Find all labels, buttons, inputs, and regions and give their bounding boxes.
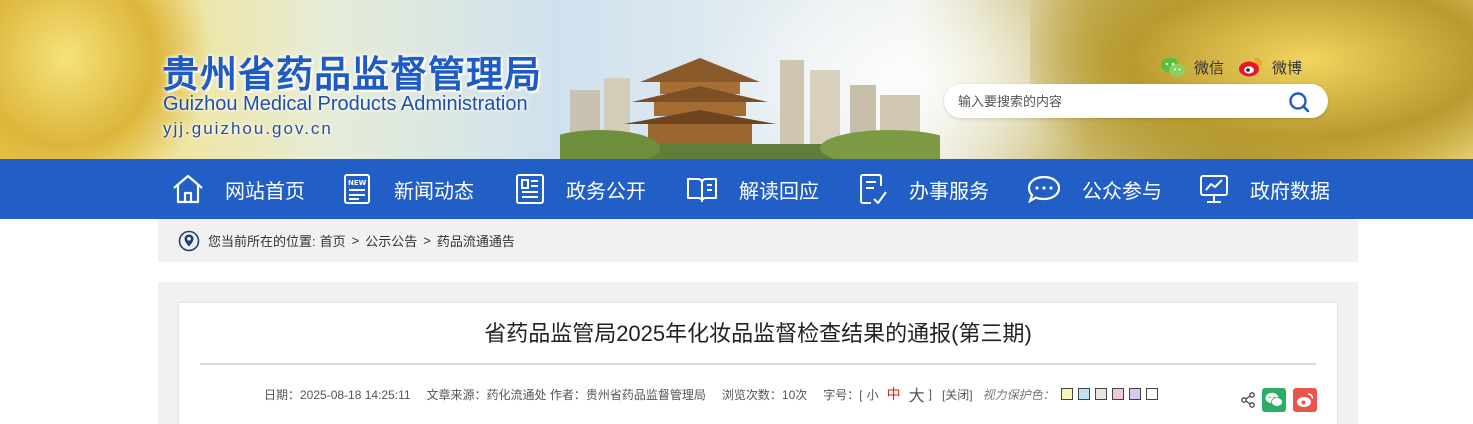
banner-foliage-right xyxy=(1030,0,1473,159)
skyline-pavilion-image xyxy=(560,58,940,159)
font-size-label: 字号：[ xyxy=(823,387,863,402)
nav-item-participation[interactable]: 公众参与 xyxy=(1026,159,1162,219)
breadcrumb-prefix: 您当前所在的位置: xyxy=(208,234,316,249)
nav-label: 新闻动态 xyxy=(394,180,474,203)
nav-item-gov-data[interactable]: 政府数据 xyxy=(1198,159,1330,219)
news-icon: NEW xyxy=(344,174,370,204)
article-title: 省药品监管局2025年化妆品监督检查结果的通报(第三期) xyxy=(484,321,1032,346)
search-button[interactable] xyxy=(1288,91,1310,113)
font-size-large-button[interactable]: 大 xyxy=(909,382,925,406)
service-form-icon xyxy=(860,174,887,204)
vision-color-pink[interactable] xyxy=(1111,388,1124,400)
font-size-small-button[interactable]: 小 xyxy=(867,386,879,403)
chat-bubble-icon xyxy=(1027,175,1061,204)
vision-color-gray[interactable] xyxy=(1094,388,1107,400)
article-date: 日期：2025-08-18 14:25:11 xyxy=(264,387,411,402)
search-input[interactable] xyxy=(958,84,1278,118)
nav-item-interpretation[interactable]: 解读回应 xyxy=(685,159,819,219)
font-size-bracket: ] xyxy=(928,387,932,401)
nav-label: 政府数据 xyxy=(1250,180,1330,203)
weibo-icon xyxy=(1239,58,1262,77)
share-icon xyxy=(1241,392,1255,408)
nav-item-news[interactable]: NEW 新闻动态 xyxy=(342,159,474,219)
article-source: 文章来源：药化流通处 作者：贵州省药品监督管理局 xyxy=(426,387,706,402)
article-views: 浏览次数：10次 xyxy=(721,387,808,402)
breadcrumb-home-link[interactable]: 首页 xyxy=(320,231,346,250)
nav-item-services[interactable]: 办事服务 xyxy=(857,159,989,219)
wechat-label: 微信 xyxy=(1194,59,1225,77)
vision-protection-label: 视力保护色： xyxy=(982,387,1055,402)
weibo-label: 微博 xyxy=(1272,59,1303,77)
site-title-cn: 贵州省药品监督管理局 xyxy=(162,54,542,95)
font-size-medium-button[interactable]: 中 xyxy=(887,384,901,404)
breadcrumb-separator: > xyxy=(423,233,431,248)
breadcrumb: 您当前所在的位置: 首页 > 公示公告 > 药品流通通告 xyxy=(158,219,1358,262)
vision-color-blue[interactable] xyxy=(1077,388,1090,400)
weibo-link[interactable]: 微博 xyxy=(1238,56,1302,78)
weibo-icon xyxy=(1297,393,1314,407)
location-pin-icon xyxy=(178,230,200,251)
nav-item-gov-affairs[interactable]: 政务公开 xyxy=(514,159,646,219)
wechat-link[interactable]: 微信 xyxy=(1160,56,1224,78)
header-banner: 贵州省药品监督管理局 Guizhou Medical Products Admi… xyxy=(0,0,1473,159)
vision-color-white[interactable] xyxy=(1145,388,1158,400)
nav-label: 办事服务 xyxy=(909,180,989,203)
nav-item-home[interactable]: 网站首页 xyxy=(171,159,305,219)
wechat-icon xyxy=(1265,392,1283,407)
close-page-button[interactable]: [关闭] xyxy=(942,386,973,403)
home-icon xyxy=(173,174,203,204)
site-title-en: Guizhou Medical Products Administration xyxy=(163,93,528,115)
open-book-icon xyxy=(687,178,717,202)
share-button[interactable] xyxy=(1240,392,1256,408)
document-icon xyxy=(516,174,544,204)
share-weibo-button[interactable] xyxy=(1293,388,1317,412)
site-url: yjj.guizhou.gov.cn xyxy=(163,119,333,138)
search-box xyxy=(944,84,1328,118)
nav-label: 政务公开 xyxy=(566,180,646,203)
breadcrumb-drug-circulation-link[interactable]: 药品流通通告 xyxy=(437,231,515,250)
nav-label: 公众参与 xyxy=(1082,180,1162,203)
main-nav: 网站首页 NEW 新闻动态 政务公开 解读回应 办事服务 公众参与 政府数据 xyxy=(0,159,1473,219)
nav-label: 网站首页 xyxy=(225,180,305,203)
data-monitor-icon xyxy=(1200,175,1228,203)
breadcrumb-separator: > xyxy=(351,233,360,248)
breadcrumb-announcements-link[interactable]: 公示公告 xyxy=(365,231,417,250)
svg-text:NEW: NEW xyxy=(348,179,367,187)
nav-label: 解读回应 xyxy=(739,180,819,203)
title-divider xyxy=(200,363,1316,365)
share-wechat-button[interactable] xyxy=(1262,388,1286,412)
search-icon xyxy=(1289,92,1310,113)
wechat-icon xyxy=(1161,57,1185,77)
article-meta: 日期：2025-08-18 14:25:11 文章来源：药化流通处 作者：贵州省… xyxy=(264,382,1163,406)
vision-color-purple[interactable] xyxy=(1128,388,1141,400)
vision-color-yellow[interactable] xyxy=(1060,388,1073,400)
